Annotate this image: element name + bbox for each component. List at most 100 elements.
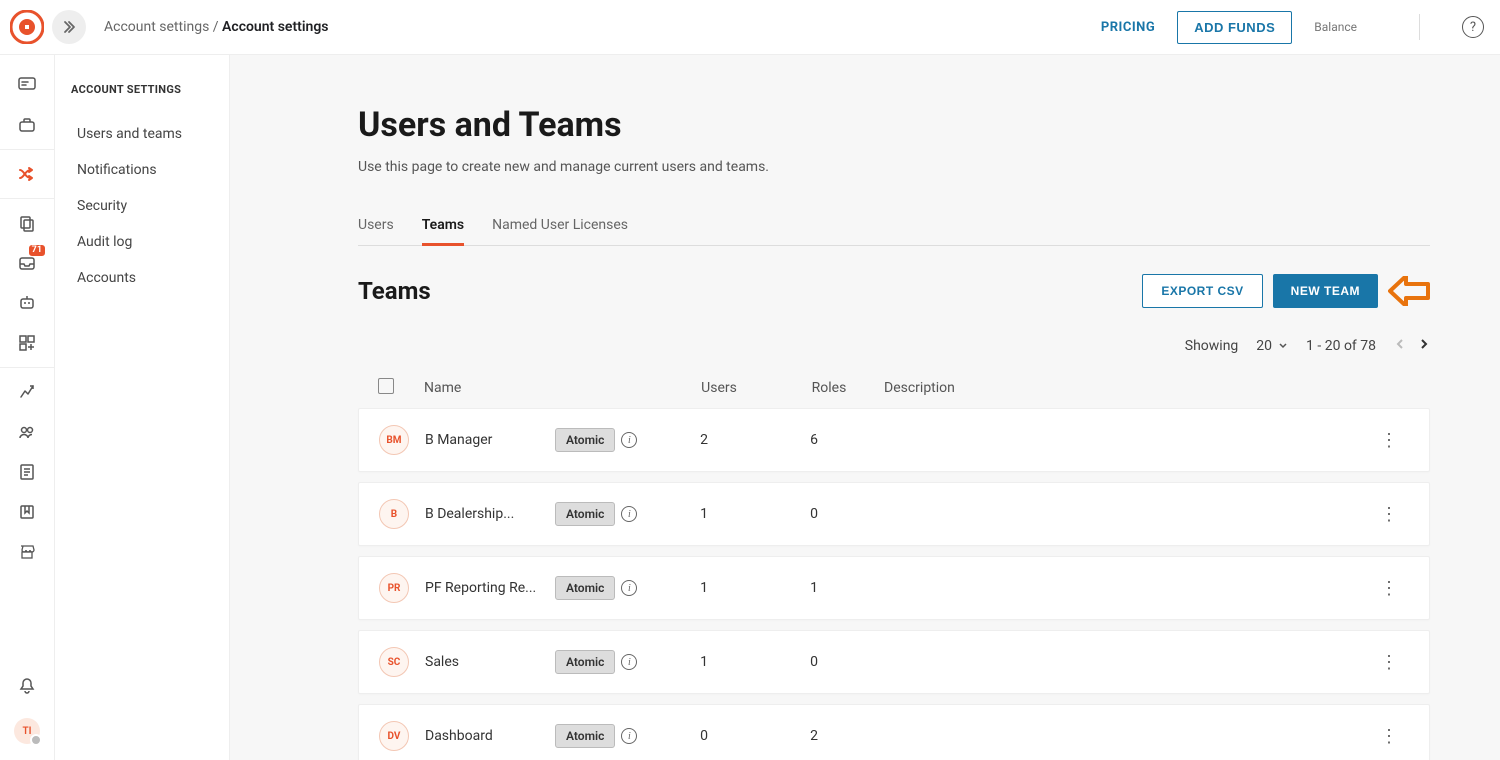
rail-icon-copy[interactable] <box>7 203 47 243</box>
section-header: Teams EXPORT CSV NEW TEAM <box>358 274 1430 308</box>
atomic-badge: Atomic <box>555 650 615 674</box>
table-header: Name Users Roles Description <box>358 368 1430 408</box>
table-row[interactable]: BM B Manager Atomic i 2 6 ⋮ <box>358 408 1430 472</box>
add-funds-button[interactable]: ADD FUNDS <box>1177 11 1292 44</box>
info-icon[interactable]: i <box>621 506 637 522</box>
rail-icon-briefcase[interactable] <box>7 105 47 145</box>
table-row[interactable]: B B Dealership... Atomic i 1 0 ⋮ <box>358 482 1430 546</box>
sidebar-item-notifications[interactable]: Notifications <box>71 152 229 188</box>
breadcrumb-current: Account settings <box>222 19 328 35</box>
col-desc: Description <box>884 380 1370 396</box>
icon-rail: 71 TI <box>0 55 55 760</box>
atomic-badge: Atomic <box>555 576 615 600</box>
row-menu-button[interactable]: ⋮ <box>1369 652 1409 673</box>
team-name: PF Reporting Re... <box>425 580 555 596</box>
rail-icon-chat[interactable] <box>7 65 47 105</box>
new-team-button[interactable]: NEW TEAM <box>1273 274 1378 308</box>
team-badge-wrap: Atomic i <box>555 502 649 526</box>
table-row[interactable]: DV Dashboard Atomic i 0 2 ⋮ <box>358 704 1430 760</box>
avatar-initials: TI <box>22 726 31 737</box>
team-users-count: 1 <box>649 580 759 596</box>
help-icon[interactable]: ? <box>1462 16 1484 38</box>
row-menu-button[interactable]: ⋮ <box>1369 578 1409 599</box>
team-badge-wrap: Atomic i <box>555 650 649 674</box>
page-size-value: 20 <box>1256 338 1272 354</box>
breadcrumb: Account settings / Account settings <box>104 19 329 35</box>
rail-icon-inbox[interactable]: 71 <box>7 243 47 283</box>
rail-icon-users[interactable] <box>7 412 47 452</box>
rail-icon-store[interactable] <box>7 532 47 572</box>
callout-arrow-icon <box>1388 276 1430 306</box>
section-title: Teams <box>358 277 431 305</box>
pager-next-button[interactable] <box>1418 338 1430 354</box>
sidebar-item-accounts[interactable]: Accounts <box>71 260 229 296</box>
tabs: Users Teams Named User Licenses <box>358 207 1430 246</box>
atomic-badge: Atomic <box>555 502 615 526</box>
info-icon[interactable]: i <box>621 654 637 670</box>
team-avatar: PR <box>379 573 409 603</box>
rail-icon-bot[interactable] <box>7 283 47 323</box>
row-menu-button[interactable]: ⋮ <box>1369 726 1409 747</box>
divider <box>1419 14 1420 40</box>
user-avatar[interactable]: TI <box>14 718 40 744</box>
rail-icon-grid[interactable] <box>7 323 47 363</box>
info-icon[interactable]: i <box>621 432 637 448</box>
page-size-select[interactable]: 20 <box>1256 338 1288 354</box>
team-users-count: 1 <box>649 506 759 522</box>
sidebar-item-audit-log[interactable]: Audit log <box>71 224 229 260</box>
team-badge-wrap: Atomic i <box>555 428 649 452</box>
chevron-down-icon <box>1278 341 1288 351</box>
app-logo[interactable] <box>10 10 44 44</box>
pagination: Showing 20 1 - 20 of 78 <box>358 338 1430 354</box>
team-name: B Manager <box>425 432 555 448</box>
page-title: Users and Teams <box>358 105 1430 145</box>
team-name: Dashboard <box>425 728 555 744</box>
team-badge-wrap: Atomic i <box>555 576 649 600</box>
table-body: BM B Manager Atomic i 2 6 ⋮ B B Dealersh… <box>358 408 1430 760</box>
tab-users[interactable]: Users <box>358 207 394 245</box>
table-row[interactable]: SC Sales Atomic i 1 0 ⋮ <box>358 630 1430 694</box>
pager-prev-button[interactable] <box>1394 338 1406 354</box>
tab-named-licenses[interactable]: Named User Licenses <box>492 207 628 245</box>
rail-icon-shuffle[interactable] <box>7 154 47 194</box>
pricing-link[interactable]: PRICING <box>1101 20 1155 35</box>
settings-sidebar: ACCOUNT SETTINGS Users and teams Notific… <box>55 55 230 760</box>
balance-label: Balance <box>1314 20 1357 34</box>
export-csv-button[interactable]: EXPORT CSV <box>1142 274 1262 308</box>
team-badge-wrap: Atomic i <box>555 724 649 748</box>
rail-icon-bell[interactable] <box>7 666 47 706</box>
team-avatar: SC <box>379 647 409 677</box>
sidebar-item-users-teams[interactable]: Users and teams <box>71 116 229 152</box>
team-name: B Dealership... <box>425 506 555 522</box>
team-avatar: BM <box>379 425 409 455</box>
pager-showing-label: Showing <box>1185 338 1239 354</box>
main-content: Users and Teams Use this page to create … <box>230 55 1500 760</box>
sidebar-title: ACCOUNT SETTINGS <box>71 83 229 96</box>
team-name: Sales <box>425 654 555 670</box>
expand-sidebar-button[interactable] <box>52 10 86 44</box>
page-subtitle: Use this page to create new and manage c… <box>358 159 1430 175</box>
table-row[interactable]: PR PF Reporting Re... Atomic i 1 1 ⋮ <box>358 556 1430 620</box>
info-icon[interactable]: i <box>621 728 637 744</box>
row-menu-button[interactable]: ⋮ <box>1369 430 1409 451</box>
breadcrumb-parent[interactable]: Account settings <box>104 19 209 35</box>
atomic-badge: Atomic <box>555 428 615 452</box>
team-roles-count: 1 <box>759 580 869 596</box>
team-roles-count: 0 <box>759 654 869 670</box>
select-all-checkbox[interactable] <box>378 378 394 394</box>
rail-badge-count: 71 <box>29 245 45 256</box>
rail-icon-bookmark[interactable] <box>7 492 47 532</box>
team-avatar: B <box>379 499 409 529</box>
col-users: Users <box>664 380 774 396</box>
info-icon[interactable]: i <box>621 580 637 596</box>
rail-icon-analytics[interactable] <box>7 372 47 412</box>
team-roles-count: 2 <box>759 728 869 744</box>
top-header: Account settings / Account settings PRIC… <box>0 0 1500 55</box>
team-roles-count: 6 <box>759 432 869 448</box>
team-avatar: DV <box>379 721 409 751</box>
sidebar-item-security[interactable]: Security <box>71 188 229 224</box>
team-roles-count: 0 <box>759 506 869 522</box>
row-menu-button[interactable]: ⋮ <box>1369 504 1409 525</box>
tab-teams[interactable]: Teams <box>422 207 464 246</box>
rail-icon-doc[interactable] <box>7 452 47 492</box>
